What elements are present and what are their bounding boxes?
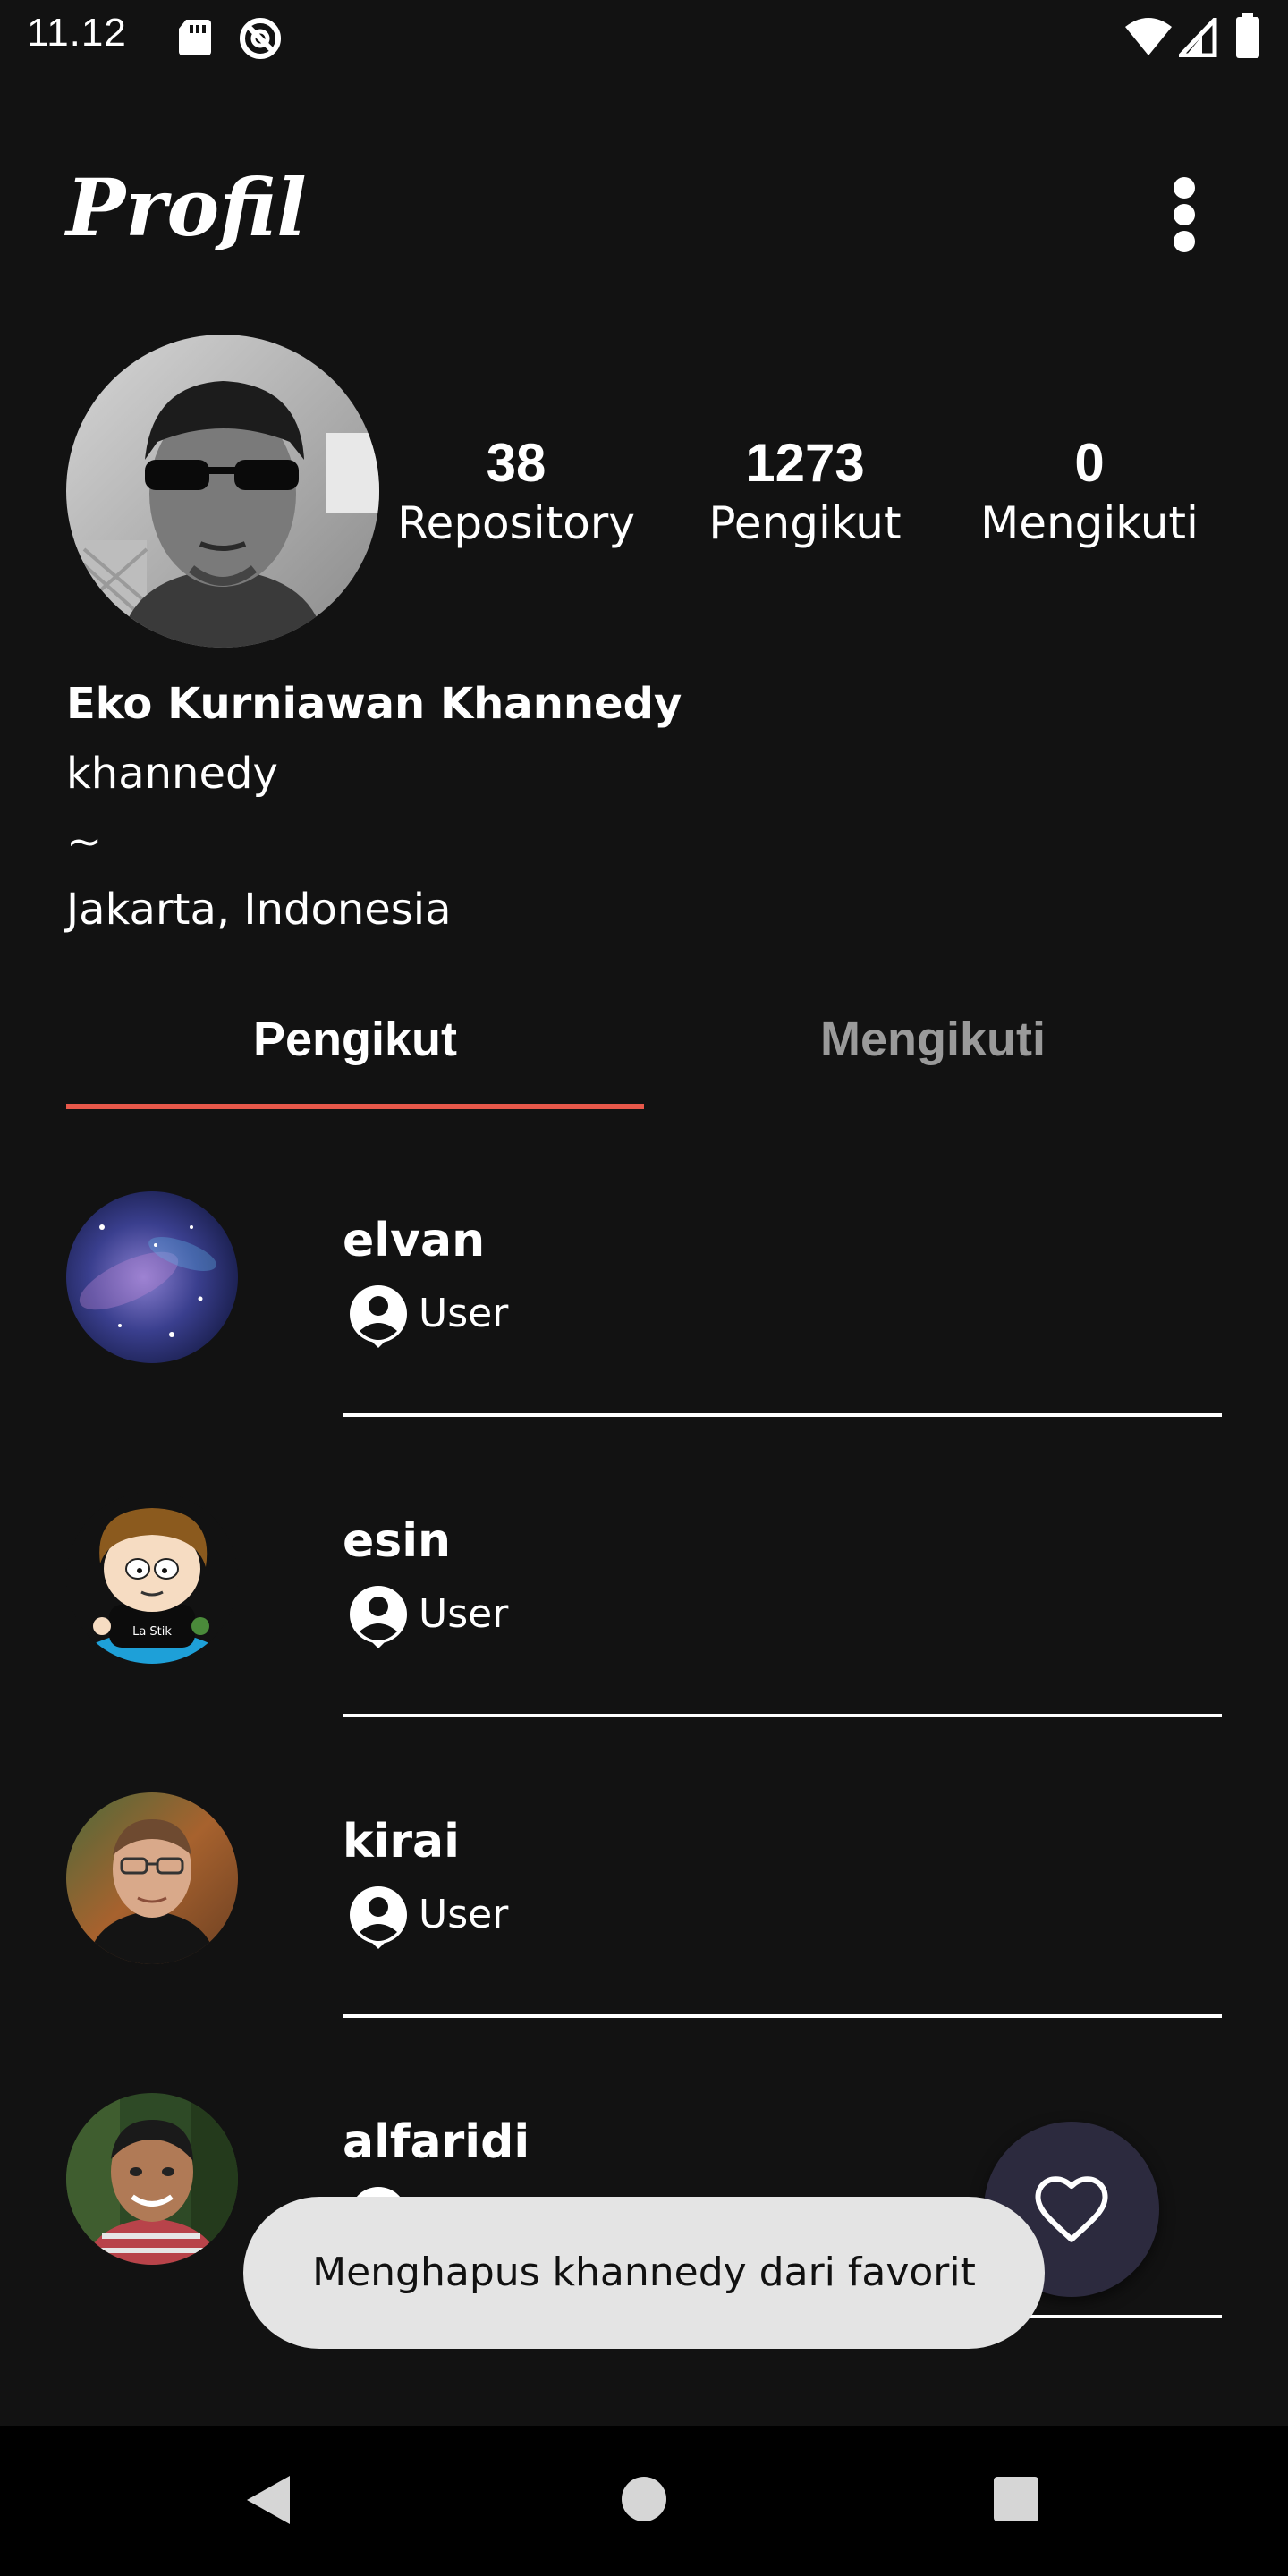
account-circle-icon — [350, 1586, 407, 1648]
cell-signal-icon — [1179, 18, 1217, 57]
avatar — [66, 2093, 238, 2265]
tab-following[interactable]: Mengikuti — [644, 1004, 1222, 1075]
divider — [343, 1413, 1222, 1417]
tab-followers[interactable]: Pengikut — [66, 1004, 644, 1075]
divider — [343, 2014, 1222, 2018]
profile-username: khannedy — [66, 749, 278, 799]
stat-label: Pengikut — [708, 497, 902, 549]
stat-repository: 38 Repository — [382, 431, 650, 551]
status-time: 11.12 — [27, 11, 127, 55]
system-nav-bar — [0, 2426, 1288, 2576]
stat-following: 0 Mengikuti — [955, 431, 1224, 551]
heart-outline-icon — [1035, 2176, 1108, 2242]
user-login: elvan — [343, 1214, 486, 1267]
list-item[interactable]: kirai User — [0, 1792, 1288, 2093]
page-title: Profil — [66, 161, 307, 254]
profile-bio: ~ — [66, 817, 103, 867]
status-bar: 11.12 — [0, 0, 1288, 77]
toast-message: Menghapus khannedy dari favorit — [243, 2197, 1045, 2349]
at-sign-icon — [240, 18, 281, 59]
wifi-icon — [1125, 18, 1172, 55]
tab-indicator — [66, 1104, 644, 1109]
stat-label: Mengikuti — [980, 497, 1199, 549]
avatar — [66, 1792, 238, 1964]
stat-value: 0 — [1074, 433, 1105, 493]
user-type: User — [419, 1291, 509, 1336]
user-login: esin — [343, 1514, 452, 1568]
divider — [343, 1714, 1222, 1717]
sd-card-icon — [179, 20, 211, 55]
user-login: alfaridi — [343, 2115, 530, 2169]
user-login: kirai — [343, 1815, 460, 1868]
profile-name: Eko Kurniawan Khannedy — [66, 679, 682, 729]
list-item[interactable]: La Stik esin User — [0, 1492, 1288, 1792]
more-vert-icon[interactable] — [1163, 170, 1206, 259]
list-item[interactable]: elvan User — [0, 1191, 1288, 1492]
back-icon[interactable] — [243, 2472, 293, 2528]
account-circle-icon — [350, 1886, 407, 1949]
account-circle-icon — [350, 1285, 407, 1348]
stat-value: 1273 — [745, 433, 865, 493]
stat-followers: 1273 Pengikut — [671, 431, 939, 551]
profile-avatar — [66, 335, 379, 648]
stat-label: Repository — [397, 497, 635, 549]
user-type: User — [419, 1591, 509, 1637]
svg-text:La Stik: La Stik — [132, 1625, 172, 1639]
avatar — [66, 1191, 238, 1363]
stat-value: 38 — [486, 433, 547, 493]
avatar: La Stik — [66, 1492, 238, 1664]
home-icon[interactable] — [621, 2476, 667, 2522]
battery-icon — [1236, 13, 1259, 58]
profile-location: Jakarta, Indonesia — [66, 885, 452, 935]
recents-icon[interactable] — [993, 2476, 1039, 2522]
user-type: User — [419, 1892, 509, 1937]
